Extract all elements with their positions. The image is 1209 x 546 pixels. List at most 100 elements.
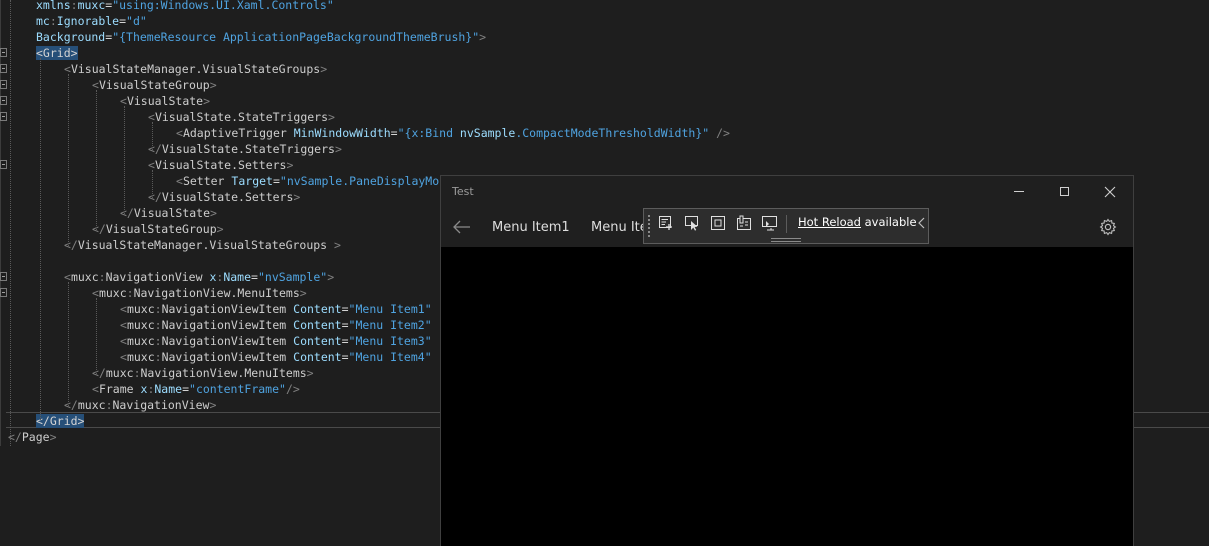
code-token: </ [120, 206, 134, 220]
collapse-toolbar-button[interactable] [915, 214, 927, 232]
code-token: = [341, 302, 349, 316]
code-text: <VisualStateManager.VisualStateGroups> [64, 61, 327, 77]
indent-guide [68, 282, 69, 406]
code-line[interactable]: Background="{ThemeResource ApplicationPa… [0, 29, 1209, 45]
code-token: .CompactModeThresholdWidth}" [515, 126, 710, 140]
back-button[interactable] [447, 210, 477, 244]
code-token: muxc [77, 0, 106, 12]
code-token: > [49, 430, 57, 444]
code-token: NavigationViewItem [161, 350, 287, 364]
code-token: </ [148, 190, 162, 204]
code-text: <VisualState.StateTriggers> [148, 109, 335, 125]
code-token: = [341, 334, 349, 348]
close-button[interactable] [1087, 176, 1133, 207]
code-text: <muxc:NavigationViewItem Content="Menu I… [120, 349, 432, 365]
select-element-button[interactable] [681, 213, 703, 233]
close-icon [1104, 186, 1116, 197]
code-token: "Menu Item3" [348, 334, 432, 348]
code-token: Target [231, 174, 273, 188]
code-token: "{ThemeResource ApplicationPageBackgroun… [112, 30, 480, 44]
code-text: <Setter Target="nvSample.PaneDisplayMo [176, 173, 439, 189]
code-text: </VisualState> [120, 205, 217, 221]
code-token: NavigationView.MenuItems [140, 366, 307, 380]
code-token: VisualState.Setters [154, 158, 287, 172]
code-line[interactable]: </VisualState.StateTriggers> [0, 141, 1209, 157]
code-token: NavigationView [112, 398, 210, 412]
fold-toggle-icon[interactable] [0, 112, 7, 121]
live-visual-tree-button[interactable] [655, 213, 677, 233]
in-app-xaml-toolbar[interactable]: Hot Reload available [643, 208, 929, 244]
nav-item-menu-item2[interactable]: Menu Ite [591, 220, 648, 235]
nav-item-menu-item1[interactable]: Menu Item1 [492, 220, 570, 235]
code-line[interactable]: <VisualState.Setters> [0, 157, 1209, 173]
indent-guide [124, 106, 125, 214]
code-text: <VisualStateGroup> [92, 77, 217, 93]
code-token: > [209, 78, 217, 92]
code-text: <Frame x:Name="contentFrame"/> [92, 381, 300, 397]
code-token: </ [92, 222, 106, 236]
maximize-button[interactable] [1041, 176, 1087, 207]
code-token: "Menu Item2" [348, 318, 432, 332]
code-token: : [49, 14, 57, 28]
display-layout-adorners-button[interactable] [707, 213, 729, 233]
code-token: > [320, 62, 328, 76]
fold-toggle-icon[interactable] [0, 160, 7, 169]
fold-toggle-icon[interactable] [0, 80, 7, 89]
collapse-chevron-icon [917, 217, 924, 229]
code-token: = [182, 382, 190, 396]
code-token: < [176, 126, 183, 140]
fold-toggle-icon[interactable] [0, 272, 7, 281]
toolbar-separator [786, 215, 787, 233]
code-text: </VisualState.StateTriggers> [148, 141, 342, 157]
code-line[interactable]: mc:Ignorable="d" [0, 13, 1209, 29]
code-token: > [334, 142, 342, 156]
code-line[interactable]: xmlns:muxc="using:Windows.UI.Xaml.Contro… [0, 0, 1209, 13]
code-token: Background [36, 30, 106, 44]
hot-reload-link[interactable]: Hot Reload [798, 215, 861, 229]
code-token: "nvSample.PaneDisplayMo [279, 174, 440, 188]
code-text: <muxc:NavigationViewItem Content="Menu I… [120, 317, 432, 333]
code-token: </ [64, 238, 78, 252]
code-token: > [216, 222, 224, 236]
code-token: = [341, 350, 349, 364]
code-token: : [105, 398, 113, 412]
display-layout-adorners-icon [711, 216, 725, 230]
fold-toggle-icon[interactable] [0, 96, 7, 105]
minimize-caption-button[interactable] [996, 176, 1042, 207]
code-token: </ [148, 142, 162, 156]
code-token: MinWindowWidth [293, 126, 391, 140]
code-token: < [120, 334, 127, 348]
code-line[interactable]: <VisualStateManager.VisualStateGroups> [0, 61, 1209, 77]
code-token: = [272, 174, 280, 188]
code-line[interactable]: <VisualState> [0, 93, 1209, 109]
code-token: = [119, 14, 127, 28]
code-text: </muxc:NavigationView.MenuItems> [92, 365, 314, 381]
toolbar-drag-handle[interactable] [771, 238, 801, 242]
code-line[interactable]: <Grid> [0, 45, 1209, 61]
track-focus-button[interactable] [733, 213, 755, 233]
code-token: > [299, 286, 307, 300]
fold-toggle-icon[interactable] [0, 64, 7, 73]
code-token: Content [293, 318, 342, 332]
fold-toggle-icon[interactable] [0, 48, 7, 57]
indent-guide [10, 0, 11, 446]
code-token: "contentFrame" [189, 382, 286, 396]
hot-reload-sync-button[interactable] [759, 213, 781, 233]
live-visual-tree-icon [659, 216, 672, 230]
select-element-icon [685, 216, 698, 231]
toolbar-grip[interactable] [648, 215, 651, 237]
code-line[interactable]: <VisualStateGroup> [0, 77, 1209, 93]
code-token: > [210, 206, 217, 220]
code-line[interactable]: <VisualState.StateTriggers> [0, 109, 1209, 125]
code-token: < [120, 302, 127, 316]
fold-toggle-icon[interactable] [0, 288, 7, 297]
code-token: Page [21, 430, 50, 444]
settings-button[interactable] [1096, 215, 1120, 239]
code-token: Setter [182, 174, 225, 188]
code-token: : [154, 302, 162, 316]
code-token: "{x:Bind [397, 126, 460, 140]
code-text: xmlns:muxc="using:Windows.UI.Xaml.Contro… [36, 0, 334, 13]
code-token: NavigationView.MenuItems [133, 286, 300, 300]
code-line[interactable]: <AdaptiveTrigger MinWindowWidth="{x:Bind… [0, 125, 1209, 141]
